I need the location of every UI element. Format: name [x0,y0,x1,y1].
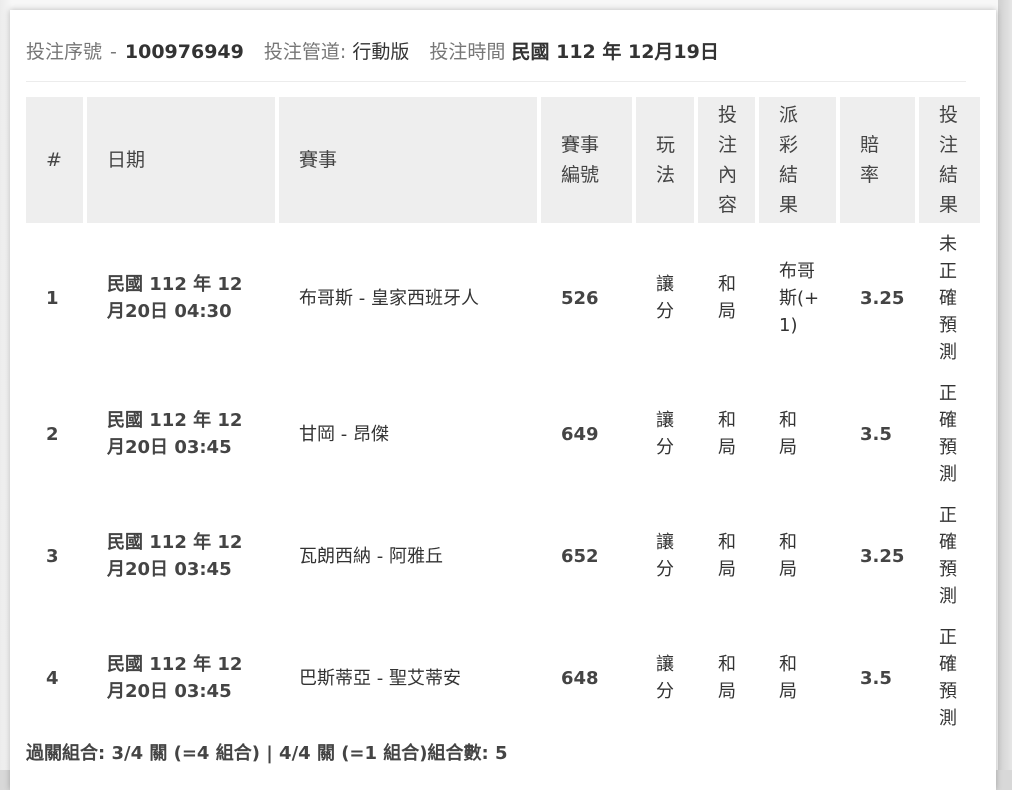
row-odds: 3.25 [840,223,915,373]
col-header-date: 日期 [87,97,275,223]
row-match-id: 652 [541,495,632,617]
serial-value: 100976949 [124,41,244,63]
table-row: 3 民國 112 年 12月20日 03:45 瓦朗西納 - 阿雅丘 652 讓… [26,495,980,617]
col-header-match-id: 賽事編號 [541,97,632,223]
scroll-shade [998,0,1012,770]
row-date: 民國 112 年 12月20日 03:45 [87,617,275,739]
row-odds: 3.5 [840,617,915,739]
channel-value: 行動版 [352,41,410,63]
table-row: 1 民國 112 年 12月20日 04:30 布哥斯 - 皇家西班牙人 526… [26,223,980,373]
row-play: 讓分 [636,495,694,617]
row-match: 布哥斯 - 皇家西班牙人 [279,223,537,373]
row-no: 2 [26,373,83,495]
row-match-id: 526 [541,223,632,373]
row-odds: 3.25 [840,495,915,617]
combination-summary: 過關組合: 3/4 關 (=4 組合) | 4/4 關 (=1 組合)組合數: … [26,743,508,764]
row-match: 瓦朗西納 - 阿雅丘 [279,495,537,617]
bet-info-header: 投注序號 -100976949 投注管道: 行動版 投注時間 民國 112 年 1… [26,40,719,64]
separator: - [110,41,117,63]
time-label: 投注時間 [429,41,506,63]
row-date: 民國 112 年 12月20日 03:45 [87,495,275,617]
col-header-no: # [26,97,83,223]
row-bet: 和局 [698,223,755,373]
row-play: 讓分 [636,223,694,373]
row-match: 甘岡 - 昂傑 [279,373,537,495]
row-bet: 和局 [698,373,755,495]
row-date: 民國 112 年 12月20日 04:30 [87,223,275,373]
channel-label: 投注管道: [263,41,347,63]
row-no: 3 [26,495,83,617]
row-no: 4 [26,617,83,739]
bet-table: # 日期 賽事 賽事編號 玩法 投注內容 派彩結果 賠率 投注結果 1 民國 1… [22,97,984,739]
row-match-id: 649 [541,373,632,495]
row-payout: 和局 [759,617,836,739]
row-result: 正確預測 [919,373,980,495]
row-result: 正確預測 [919,617,980,739]
row-odds: 3.5 [840,373,915,495]
row-play: 讓分 [636,617,694,739]
row-bet: 和局 [698,495,755,617]
header-divider [26,81,966,82]
row-match-id: 648 [541,617,632,739]
table-header-row: # 日期 賽事 賽事編號 玩法 投注內容 派彩結果 賠率 投注結果 [26,97,980,223]
col-header-result: 投注結果 [919,97,980,223]
col-header-payout: 派彩結果 [759,97,836,223]
row-payout: 和局 [759,495,836,617]
col-header-bet: 投注內容 [698,97,755,223]
table-row: 2 民國 112 年 12月20日 03:45 甘岡 - 昂傑 649 讓分 和… [26,373,980,495]
time-value: 民國 112 年 12月19日 [511,41,719,63]
row-result: 正確預測 [919,495,980,617]
row-play: 讓分 [636,373,694,495]
serial-label: 投注序號 [26,41,103,63]
row-date: 民國 112 年 12月20日 03:45 [87,373,275,495]
row-match: 巴斯蒂亞 - 聖艾蒂安 [279,617,537,739]
row-no: 1 [26,223,83,373]
table-row: 4 民國 112 年 12月20日 03:45 巴斯蒂亞 - 聖艾蒂安 648 … [26,617,980,739]
row-result: 未正確預測 [919,223,980,373]
row-bet: 和局 [698,617,755,739]
row-payout: 和局 [759,373,836,495]
col-header-match: 賽事 [279,97,537,223]
row-payout: 布哥斯(+1) [759,223,836,373]
col-header-odds: 賠率 [840,97,915,223]
col-header-play: 玩法 [636,97,694,223]
